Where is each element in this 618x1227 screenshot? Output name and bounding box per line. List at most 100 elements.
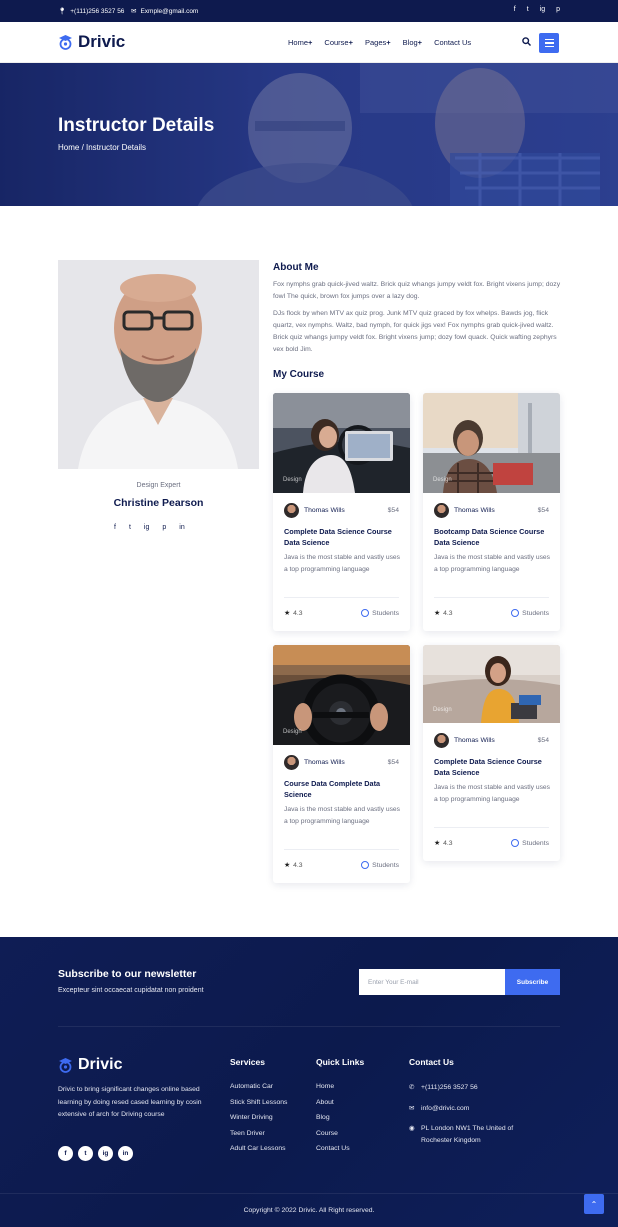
course-tag: Design — [433, 707, 452, 713]
scroll-to-top-button[interactable]: ⌃ — [584, 1194, 604, 1214]
star-icon: ★ — [434, 840, 441, 847]
footer-link[interactable]: Automatic Car — [230, 1083, 287, 1099]
course-title[interactable]: Bootcamp Data Science Course Data Scienc… — [434, 526, 552, 548]
contact-email-text: info@drivic.com — [421, 1105, 470, 1112]
nav-blog[interactable]: Blog+ — [403, 38, 422, 47]
footer-link[interactable]: Home — [316, 1083, 350, 1099]
facebook-icon[interactable]: f — [514, 6, 516, 13]
location-pin-icon: 📍︎ — [58, 8, 67, 15]
footer-socials: f t ig in — [58, 1146, 133, 1161]
course-card[interactable]: Design Thomas Wills $54 Complete Data Sc… — [273, 393, 410, 631]
copyright-text: Copyright © 2022 Drivic. All Right reser… — [243, 1207, 375, 1214]
newsletter-title: Subscribe to our newsletter — [58, 968, 197, 980]
card-divider — [434, 597, 549, 598]
course-card[interactable]: Design Thomas Wills $54 Complete Data Sc… — [423, 645, 560, 861]
clock-icon — [511, 839, 520, 847]
main-header: Drivic Home+ Course+ Pages+ Blog+ Contac… — [0, 22, 618, 63]
footer-link[interactable]: Adult Car Lessons — [230, 1145, 287, 1161]
rating-value: 4.3 — [443, 839, 453, 847]
contact-title: Contact Us — [409, 1057, 454, 1067]
newsletter-email-input[interactable] — [359, 969, 505, 995]
instagram-icon[interactable]: ig — [540, 6, 545, 13]
footer-link[interactable]: Contact Us — [316, 1145, 350, 1161]
hamburger-line — [544, 42, 554, 44]
course-students: Students — [361, 609, 399, 617]
mail-icon: ✉ — [131, 8, 137, 15]
my-course-title: My Course — [273, 369, 325, 380]
instagram-icon[interactable]: ig — [98, 1146, 113, 1161]
linkedin-icon[interactable]: in — [179, 524, 184, 531]
star-icon: ★ — [434, 610, 441, 617]
card-divider — [434, 827, 549, 828]
newsletter-subtitle: Excepteur sint occaecat cupidatat non pr… — [58, 987, 204, 994]
topbar-phone[interactable]: 📍︎ +(111)256 3527 56 — [58, 7, 125, 16]
course-title[interactable]: Course Data Complete Data Science — [284, 778, 402, 800]
clock-icon — [361, 609, 370, 617]
star-icon: ★ — [284, 610, 291, 617]
footer-description: Drivic to bring significant changes onli… — [58, 1086, 202, 1118]
avatar — [434, 733, 449, 748]
top-bar: 📍︎ +(111)256 3527 56 ✉ Exmple@gmail.com … — [0, 0, 618, 22]
pinterest-icon[interactable]: p — [162, 524, 166, 531]
mail-icon: ✉ — [409, 1105, 415, 1112]
course-tag: Design — [433, 477, 452, 483]
pinterest-icon[interactable]: p — [556, 6, 560, 13]
hamburger-menu-button[interactable] — [539, 33, 559, 53]
nav-contact[interactable]: Contact Us — [434, 38, 471, 47]
footer-link[interactable]: Blog — [316, 1114, 350, 1130]
instructor-role: Design Expert — [136, 482, 181, 489]
topbar-email[interactable]: ✉ Exmple@gmail.com — [131, 7, 198, 16]
services-title: Services — [230, 1057, 265, 1067]
course-author[interactable]: Thomas Wills — [284, 503, 345, 518]
course-students: Students — [361, 861, 399, 869]
footer-link[interactable]: Teen Driver — [230, 1130, 287, 1146]
twitter-icon[interactable]: t — [527, 6, 529, 13]
course-author[interactable]: Thomas Wills — [284, 755, 345, 770]
about-paragraph-1: Fox nymphs grab quick-jived waltz. Brick… — [273, 281, 561, 300]
footer-link[interactable]: Winter Driving — [230, 1114, 287, 1130]
search-icon[interactable] — [522, 37, 531, 48]
course-rating: ★ 4.3 — [284, 609, 303, 618]
quick-links-title: Quick Links — [316, 1057, 365, 1067]
footer-logo[interactable]: Drivic — [58, 1056, 122, 1074]
facebook-icon[interactable]: f — [114, 524, 116, 531]
nav-home[interactable]: Home+ — [288, 38, 312, 47]
quick-links-list: Home About Blog Course Contact Us — [316, 1083, 350, 1161]
course-author[interactable]: Thomas Wills — [434, 733, 495, 748]
course-title[interactable]: Complete Data Science Course Data Scienc… — [434, 756, 552, 778]
subscribe-button[interactable]: Subscribe — [505, 969, 560, 995]
avatar — [284, 503, 299, 518]
logo[interactable]: Drivic — [58, 32, 125, 52]
course-title[interactable]: Complete Data Science Course Data Scienc… — [284, 526, 402, 548]
course-tag: Design — [283, 729, 302, 735]
contact-phone[interactable]: ✆ +(111)256 3527 56 — [409, 1082, 478, 1094]
phone-icon: ✆ — [409, 1084, 415, 1091]
course-description: Java is the most stable and vastly uses … — [284, 806, 400, 825]
author-name: Thomas Wills — [304, 507, 345, 514]
course-author[interactable]: Thomas Wills — [434, 503, 495, 518]
course-image: Design — [423, 645, 560, 723]
students-label: Students — [522, 839, 549, 847]
course-card[interactable]: Design Thomas Wills $54 Bootcamp Data Sc… — [423, 393, 560, 631]
star-icon: ★ — [284, 862, 291, 869]
course-image: Design — [273, 645, 410, 745]
course-description: Java is the most stable and vastly uses … — [434, 784, 550, 803]
twitter-icon[interactable]: t — [129, 524, 131, 531]
facebook-icon[interactable]: f — [58, 1146, 73, 1161]
footer-link[interactable]: Course — [316, 1130, 350, 1146]
footer-link[interactable]: Stick Shift Lessons — [230, 1099, 287, 1115]
topbar-phone-text: +(111)256 3527 56 — [70, 7, 125, 15]
twitter-icon[interactable]: t — [78, 1146, 93, 1161]
course-price: $54 — [387, 507, 399, 514]
instagram-icon[interactable]: ig — [144, 524, 149, 531]
course-price: $54 — [537, 507, 549, 514]
contact-email[interactable]: ✉ info@drivic.com — [409, 1103, 469, 1115]
linkedin-icon[interactable]: in — [118, 1146, 133, 1161]
students-label: Students — [372, 861, 399, 869]
nav-pages[interactable]: Pages+ — [365, 38, 391, 47]
hamburger-line — [544, 38, 554, 41]
course-card[interactable]: Design Thomas Wills $54 Course Data Comp… — [273, 645, 410, 883]
students-label: Students — [522, 609, 549, 617]
footer-link[interactable]: About — [316, 1099, 350, 1115]
nav-course[interactable]: Course+ — [324, 38, 353, 47]
